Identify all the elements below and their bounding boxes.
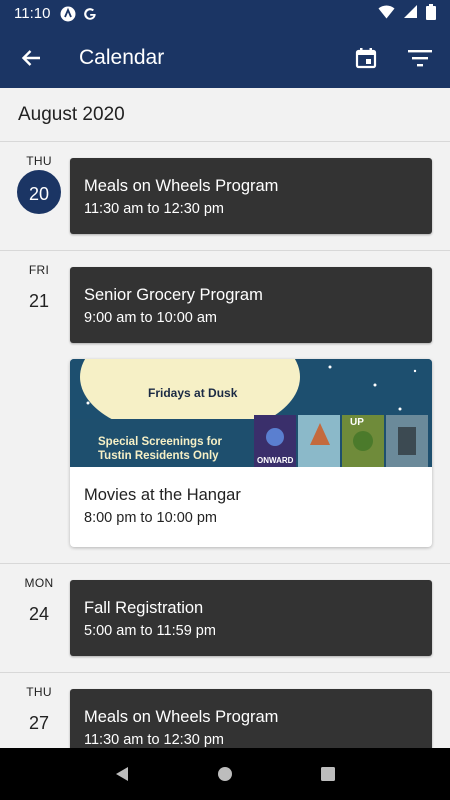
- nav-back-button[interactable]: [98, 750, 146, 798]
- event-title: Meals on Wheels Program: [84, 177, 279, 195]
- arrow-left-icon: [21, 49, 40, 66]
- nav-home-button[interactable]: [201, 750, 249, 798]
- day-number: 24: [28, 604, 50, 624]
- event-card[interactable]: Senior Grocery Program 9:00 am to 10:00 …: [70, 267, 432, 343]
- event-banner-image: Fridays at Dusk Special Screenings for T…: [70, 359, 432, 467]
- calendar-icon: [355, 47, 377, 68]
- event-time: 8:00 pm to 10:00 pm: [84, 510, 217, 526]
- status-time: 11:10: [14, 5, 51, 22]
- calendar-button[interactable]: [342, 27, 390, 88]
- calendar-list[interactable]: August 2020 THU 20 Meals on Wheels Progr…: [0, 88, 450, 748]
- event-card[interactable]: Fall Registration 5:00 am to 11:59 pm: [70, 580, 432, 656]
- app-notification-icon: [60, 6, 76, 22]
- day-group: FRI 21 Senior Grocery Program 9:00 am to…: [0, 251, 450, 564]
- signal-icon: [403, 4, 418, 23]
- status-bar: 11:10: [0, 0, 450, 27]
- event-title: Senior Grocery Program: [84, 286, 263, 304]
- month-header: August 2020: [0, 88, 450, 142]
- day-group: MON 24 Fall Registration 5:00 am to 11:5…: [0, 564, 450, 673]
- day-number: 27: [28, 713, 50, 733]
- wifi-icon: [378, 4, 395, 23]
- event-card[interactable]: Meals on Wheels Program 11:30 am to 12:3…: [70, 158, 432, 234]
- battery-icon: [426, 3, 436, 24]
- day-number-today: 20: [17, 170, 61, 214]
- filter-button[interactable]: [390, 27, 450, 88]
- event-time: 9:00 am to 10:00 am: [84, 310, 217, 326]
- day-group: THU 27 Meals on Wheels Program 11:30 am …: [0, 673, 450, 748]
- back-triangle-icon: [115, 767, 128, 781]
- system-nav-bar: [0, 748, 450, 800]
- event-card[interactable]: Meals on Wheels Program 11:30 am to 12:3…: [70, 689, 432, 748]
- day-of-week: MON: [24, 576, 54, 590]
- banner-line-2: Tustin Residents Only: [98, 450, 219, 462]
- filter-icon: [408, 49, 432, 66]
- event-title: Movies at the Hangar: [84, 486, 241, 504]
- app-bar: Calendar: [0, 27, 450, 88]
- banner-line-1: Special Screenings for: [98, 436, 222, 448]
- home-circle-icon: [217, 767, 232, 781]
- event-title: Meals on Wheels Program: [84, 708, 279, 726]
- nav-recents-button[interactable]: [304, 750, 352, 798]
- poster-label-3: UP: [350, 417, 364, 428]
- back-button[interactable]: [0, 27, 62, 88]
- event-time: 5:00 am to 11:59 pm: [84, 623, 216, 639]
- recents-square-icon: [321, 767, 336, 781]
- page-title: Calendar: [79, 45, 165, 69]
- event-title: Fall Registration: [84, 599, 204, 617]
- google-icon: [82, 6, 98, 22]
- banner-heading: Fridays at Dusk: [148, 386, 238, 400]
- event-time: 11:30 am to 12:30 pm: [84, 201, 224, 217]
- event-time: 11:30 am to 12:30 pm: [84, 732, 224, 748]
- day-group: THU 20 Meals on Wheels Program 11:30 am …: [0, 142, 450, 251]
- day-of-week: THU: [26, 154, 52, 168]
- day-number: 21: [28, 291, 50, 311]
- poster-label-1: ONWARD: [257, 456, 294, 465]
- featured-event-card[interactable]: Fridays at Dusk Special Screenings for T…: [70, 359, 432, 547]
- day-of-week: THU: [26, 685, 52, 699]
- day-of-week: FRI: [28, 263, 50, 277]
